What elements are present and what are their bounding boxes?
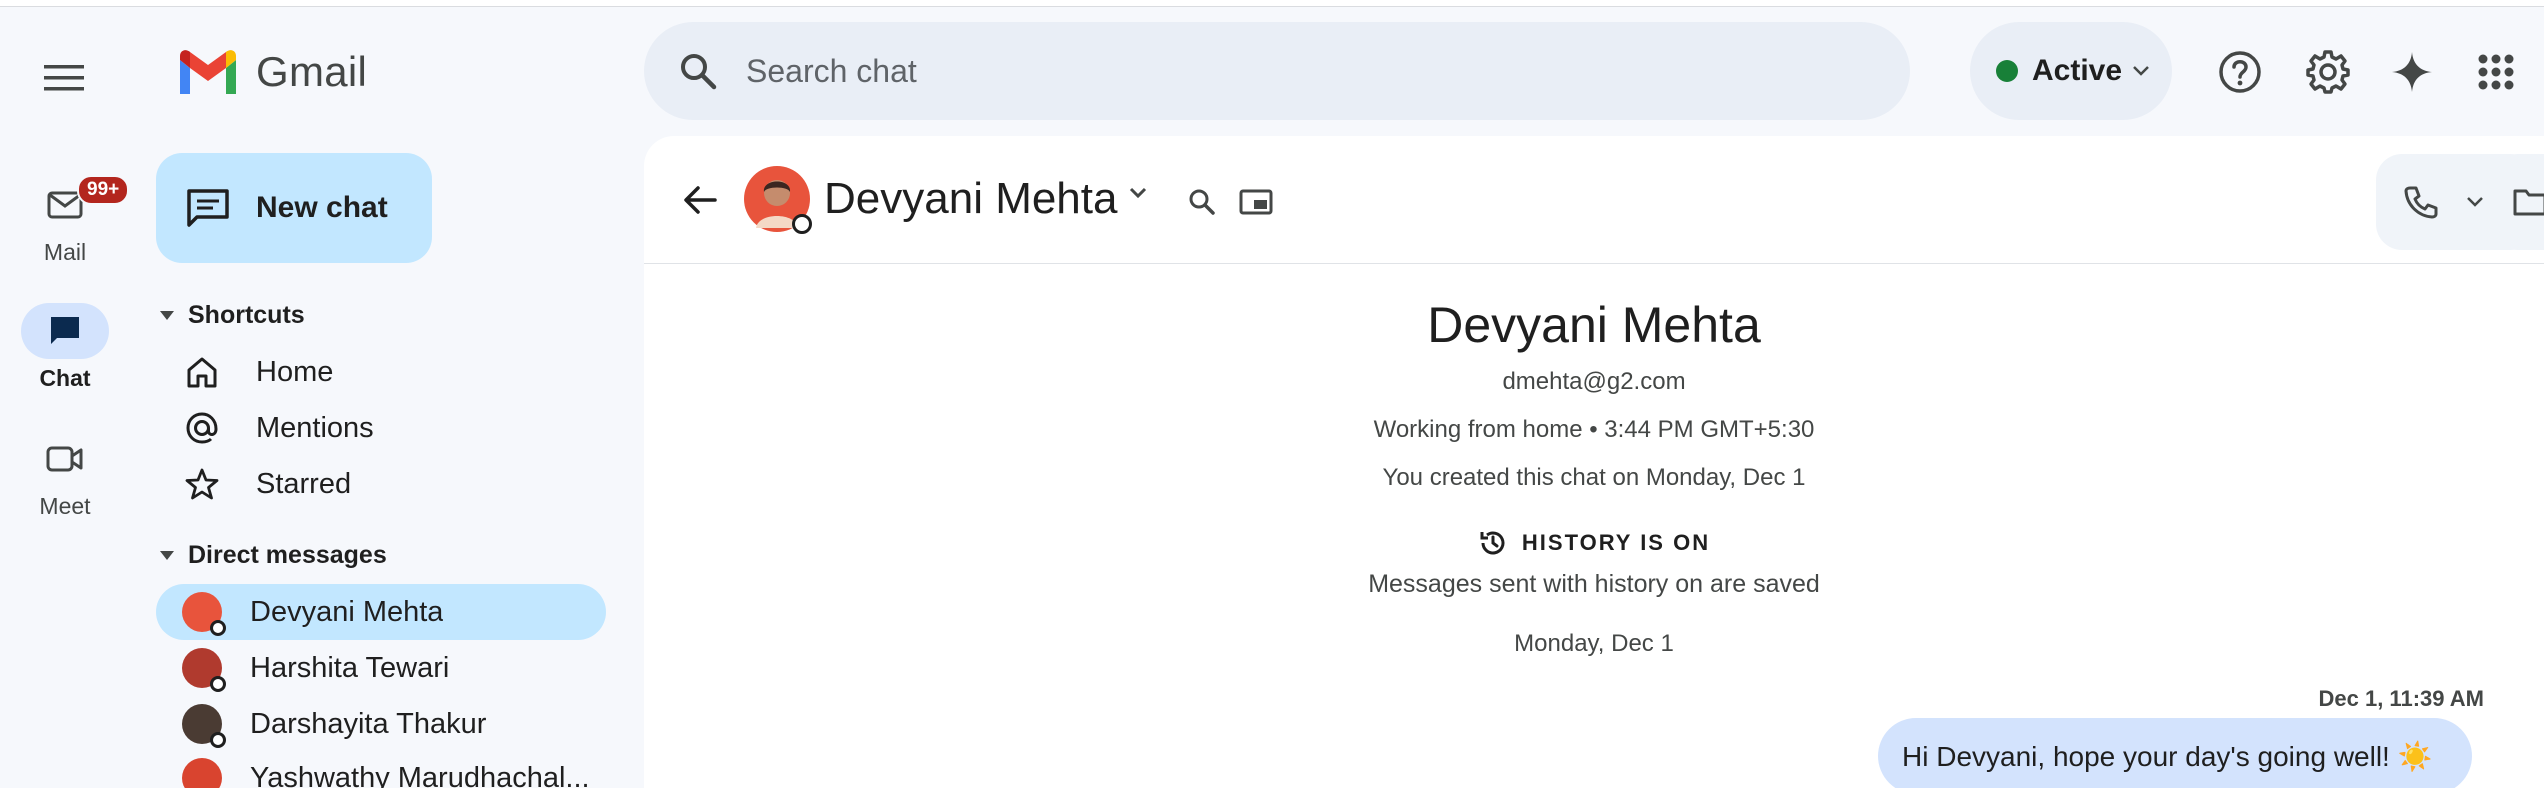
settings-button[interactable] xyxy=(2300,44,2356,100)
presence-indicator xyxy=(210,732,226,748)
apps-button[interactable] xyxy=(2468,44,2524,100)
presence-indicator xyxy=(210,676,226,692)
at-sign-icon xyxy=(182,408,222,448)
shortcuts-section-toggle[interactable]: Shortcuts xyxy=(160,301,305,330)
main-menu-button[interactable] xyxy=(34,52,94,104)
app-rail: 99+ Mail Chat Meet xyxy=(0,7,130,788)
phone-icon xyxy=(2404,186,2438,219)
search-in-chat-button[interactable] xyxy=(1182,182,1222,222)
avatar xyxy=(182,648,226,692)
video-camera-icon xyxy=(46,446,83,472)
gmail-logo[interactable]: Gmail xyxy=(176,42,367,102)
app-name: Gmail xyxy=(256,48,368,95)
settings-icon xyxy=(2306,50,2350,94)
search-input[interactable] xyxy=(746,52,1746,90)
star-icon xyxy=(182,464,222,504)
avatar xyxy=(182,704,226,748)
rail-pill-mail: 99+ xyxy=(21,175,130,233)
home-icon xyxy=(182,352,222,392)
rail-label-chat: Chat xyxy=(39,365,91,391)
message-bubble[interactable]: Hi Devyani, hope your day's going well! … xyxy=(1878,718,2472,788)
top-border xyxy=(0,0,2544,7)
apps-grid-icon xyxy=(2478,54,2514,90)
folder-icon xyxy=(2513,189,2544,216)
unread-badge: 99+ xyxy=(77,175,130,205)
presence-indicator xyxy=(210,620,226,636)
search-icon xyxy=(681,54,717,90)
picture-in-picture-icon xyxy=(1239,189,1273,215)
sidebar-item-mentions[interactable]: Mentions xyxy=(156,400,606,456)
dm-name: Devyani Mehta xyxy=(250,595,444,628)
chevron-down-icon[interactable] xyxy=(1128,186,1148,200)
rail-label-mail: Mail xyxy=(43,239,87,265)
search-bar[interactable] xyxy=(644,22,1910,120)
dm-name: Harshita Tewari xyxy=(250,651,450,684)
history-indicator: HISTORY IS ON xyxy=(644,528,2544,558)
conversation-header: Devyani Mehta xyxy=(644,136,2544,264)
intro-contact-name: Devyani Mehta xyxy=(1427,297,1761,353)
intro-created-line: You created this chat on Monday, Dec 1 xyxy=(1382,464,1806,491)
date-separator: Monday, Dec 1 xyxy=(1514,630,1674,657)
help-button[interactable] xyxy=(2212,44,2268,100)
new-chat-label: New chat xyxy=(256,191,388,224)
status-label: Active xyxy=(2032,54,2123,87)
status-dot xyxy=(1996,60,2018,82)
avatar xyxy=(182,758,222,788)
open-in-popup-button[interactable] xyxy=(1236,182,1276,222)
conversation-panel: Devyani Mehta Devyani Mehta dmehta@g2.co… xyxy=(644,136,2544,788)
gemini-button[interactable] xyxy=(2384,44,2440,100)
message-timestamp: Dec 1, 11:39 AM xyxy=(2318,686,2485,711)
rail-pill-meet xyxy=(21,431,109,487)
presence-indicator xyxy=(792,214,812,234)
rail-label-meet: Meet xyxy=(39,493,91,519)
dm-item-harshita-tewari[interactable]: Harshita Tewari xyxy=(156,640,606,696)
help-icon xyxy=(2219,51,2261,93)
gmail-m-icon xyxy=(180,50,236,94)
direct-messages-title: Direct messages xyxy=(188,541,387,569)
dm-item-devyani-mehta[interactable]: Devyani Mehta xyxy=(156,584,606,640)
new-chat-icon xyxy=(187,189,229,227)
chat-icon xyxy=(51,317,79,344)
files-button[interactable] xyxy=(2492,154,2544,250)
dm-name: Darshayita Thakur xyxy=(250,707,487,740)
search-button[interactable] xyxy=(676,49,720,93)
hamburger-icon xyxy=(44,65,84,91)
rail-item-mail[interactable]: 99+ Mail xyxy=(0,175,130,266)
shortcuts-title: Shortcuts xyxy=(188,301,305,329)
dm-item-darshayita-thakur[interactable]: Darshayita Thakur xyxy=(156,696,606,752)
sidebar-item-home[interactable]: Home xyxy=(156,344,606,400)
status-selector[interactable]: Active xyxy=(1970,22,2172,120)
gemini-sparkle-icon xyxy=(2392,52,2432,92)
history-subtext: Messages sent with history on are saved xyxy=(1368,570,1820,598)
history-label: HISTORY IS ON xyxy=(1521,530,1711,555)
avatar[interactable] xyxy=(744,166,812,234)
intro-contact-status: Working from home • 3:44 PM GMT+5:30 xyxy=(1373,416,1815,443)
sidebar-item-label: Home xyxy=(256,355,334,388)
rail-item-chat[interactable]: Chat xyxy=(0,303,130,392)
back-button[interactable] xyxy=(674,174,726,226)
collapse-triangle-icon xyxy=(160,551,174,560)
rail-pill-chat xyxy=(21,303,109,359)
chevron-down-icon xyxy=(2133,66,2149,76)
direct-messages-section-toggle[interactable]: Direct messages xyxy=(160,541,387,570)
new-chat-button[interactable]: New chat xyxy=(156,153,432,263)
history-icon xyxy=(1480,531,1505,555)
rail-item-meet[interactable]: Meet xyxy=(0,431,130,520)
search-icon xyxy=(1189,189,1215,215)
conversation-title[interactable]: Devyani Mehta xyxy=(824,174,1117,224)
arrow-back-icon xyxy=(684,186,717,214)
intro-contact-email: dmehta@g2.com xyxy=(1502,368,1686,395)
sidebar-item-label: Starred xyxy=(256,467,352,500)
chevron-down-icon xyxy=(2467,197,2483,207)
collapse-triangle-icon xyxy=(160,311,174,320)
sidebar-item-starred[interactable]: Starred xyxy=(156,456,606,512)
dm-item-yashwathy[interactable]: Yashwathy Marudhachal... xyxy=(156,750,606,788)
avatar xyxy=(182,592,226,636)
dm-name: Yashwathy Marudhachal... xyxy=(250,761,590,788)
sidebar-item-label: Mentions xyxy=(256,411,374,444)
